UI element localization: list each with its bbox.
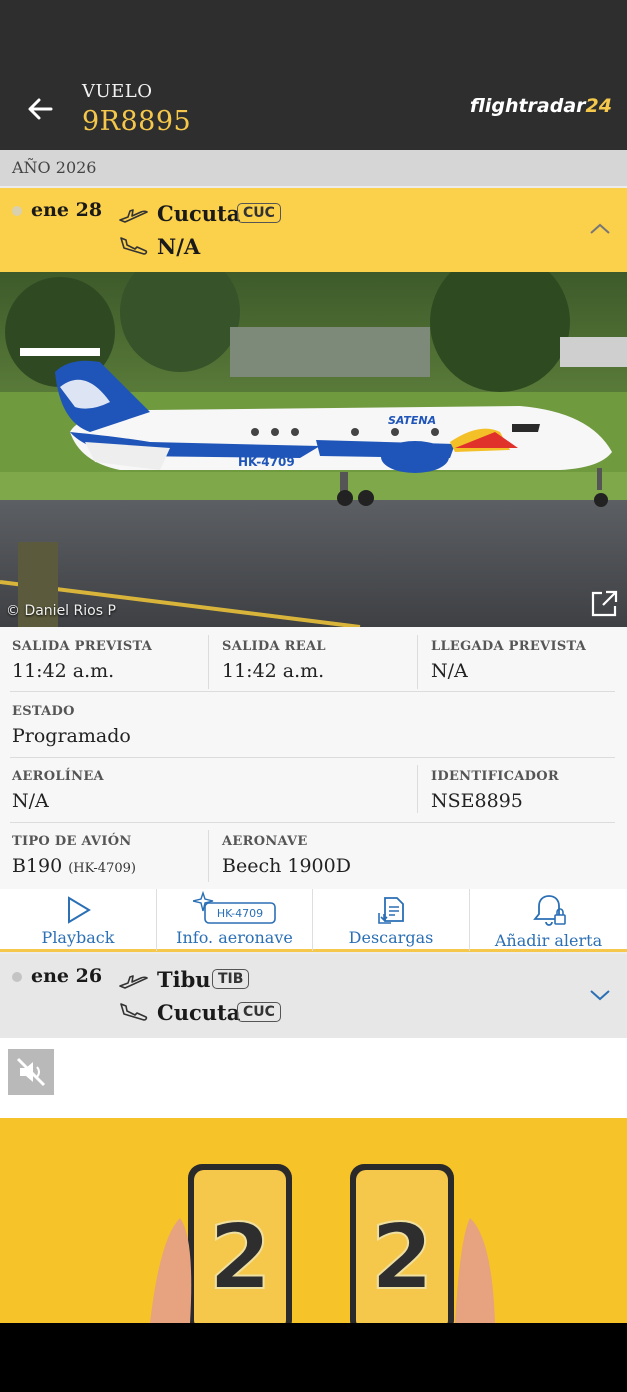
divider — [208, 830, 209, 882]
download-document-icon — [378, 897, 404, 924]
play-icon — [68, 896, 91, 924]
aircraft-livery-text: SATENA — [388, 414, 436, 427]
flight-details: SALIDA PREVISTA 11:42 a.m. SALIDA REAL 1… — [0, 627, 627, 889]
ad-illustration: 2 2 — [0, 1118, 627, 1323]
aircraft-model: AERONAVE Beech 1900D — [222, 834, 351, 877]
status-dot — [12, 972, 22, 982]
divider — [10, 691, 615, 692]
app-screen: VUELO 9R8895 flightradar24 AÑO 2026 ene … — [0, 0, 627, 1392]
divider — [417, 765, 418, 813]
aircraft-info-icon: HK-4709 — [192, 891, 276, 924]
landing-icon — [120, 237, 148, 255]
playback-button[interactable]: Playback — [0, 889, 156, 951]
landing-icon — [120, 1003, 148, 1021]
aircraft-image: HK-4709 SATENA — [0, 272, 627, 627]
ad-banner[interactable]: 2 2 — [0, 1118, 627, 1323]
year-header: AÑO 2026 — [0, 150, 627, 186]
action-bar: Playback HK-4709 Info. aeronave Descarga… — [0, 889, 627, 952]
open-external-icon[interactable] — [589, 589, 619, 619]
flight-row-selected[interactable]: ene 28 Cucuta CUC N/A — [0, 188, 627, 272]
ad-digit-right: 2 — [371, 1205, 434, 1310]
flight-date: ene 26 — [31, 965, 103, 987]
departure-code: CUC — [237, 203, 281, 223]
divider — [417, 635, 418, 689]
system-nav-area — [0, 1323, 627, 1392]
mute-button[interactable] — [8, 1049, 54, 1095]
flight-label: VUELO — [82, 81, 153, 102]
flight-number: 9R8895 — [82, 106, 192, 137]
divider — [208, 635, 209, 689]
flight-status: ESTADO Programado — [12, 704, 131, 747]
downloads-button[interactable]: Descargas — [313, 889, 469, 951]
departure-code: TIB — [212, 969, 250, 989]
scheduled-departure: SALIDA PREVISTA 11:42 a.m. — [12, 639, 153, 682]
bell-lock-icon — [532, 895, 566, 926]
chevron-down-icon[interactable] — [589, 988, 611, 1002]
ad-digit-left: 2 — [209, 1205, 272, 1310]
photo-credit: © Daniel Rios P — [6, 603, 116, 619]
departure-city: Tibu — [157, 967, 211, 992]
back-arrow-icon[interactable] — [22, 92, 58, 126]
divider — [10, 822, 615, 823]
arrival-city: N/A — [157, 234, 201, 259]
callsign: IDENTIFICADOR NSE8895 — [431, 769, 559, 812]
departure-city: Cucuta — [157, 201, 241, 226]
aircraft-type: TIPO DE AVIÓN B190 (HK-4709) — [12, 834, 136, 877]
arrival-city: Cucuta — [157, 1000, 241, 1025]
ad-video-area — [0, 1038, 627, 1118]
chevron-up-icon[interactable] — [589, 222, 611, 236]
divider — [10, 757, 615, 758]
brand-logo: flightradar24 — [469, 95, 612, 117]
speaker-muted-icon — [16, 1057, 46, 1087]
takeoff-icon — [119, 209, 148, 223]
actual-departure: SALIDA REAL 11:42 a.m. — [222, 639, 326, 682]
aircraft-info-button[interactable]: HK-4709 Info. aeronave — [157, 889, 312, 951]
arrival-code: CUC — [237, 1002, 281, 1022]
scheduled-arrival: LLEGADA PREVISTA N/A — [431, 639, 587, 682]
flight-row[interactable]: ene 26 Tibu TIB Cucuta CUC — [0, 954, 627, 1038]
status-dot — [12, 206, 22, 216]
airline: AEROLÍNEA N/A — [12, 769, 104, 812]
aircraft-registration-paint: HK-4709 — [238, 455, 295, 469]
aircraft-photo[interactable]: HK-4709 SATENA © Daniel Rios P — [0, 272, 627, 627]
info-registration: HK-4709 — [216, 907, 262, 920]
takeoff-icon — [119, 975, 148, 989]
add-alert-button[interactable]: Añadir alerta — [470, 889, 627, 951]
flight-date: ene 28 — [31, 199, 103, 221]
top-app-bar: VUELO 9R8895 flightradar24 — [0, 0, 627, 150]
